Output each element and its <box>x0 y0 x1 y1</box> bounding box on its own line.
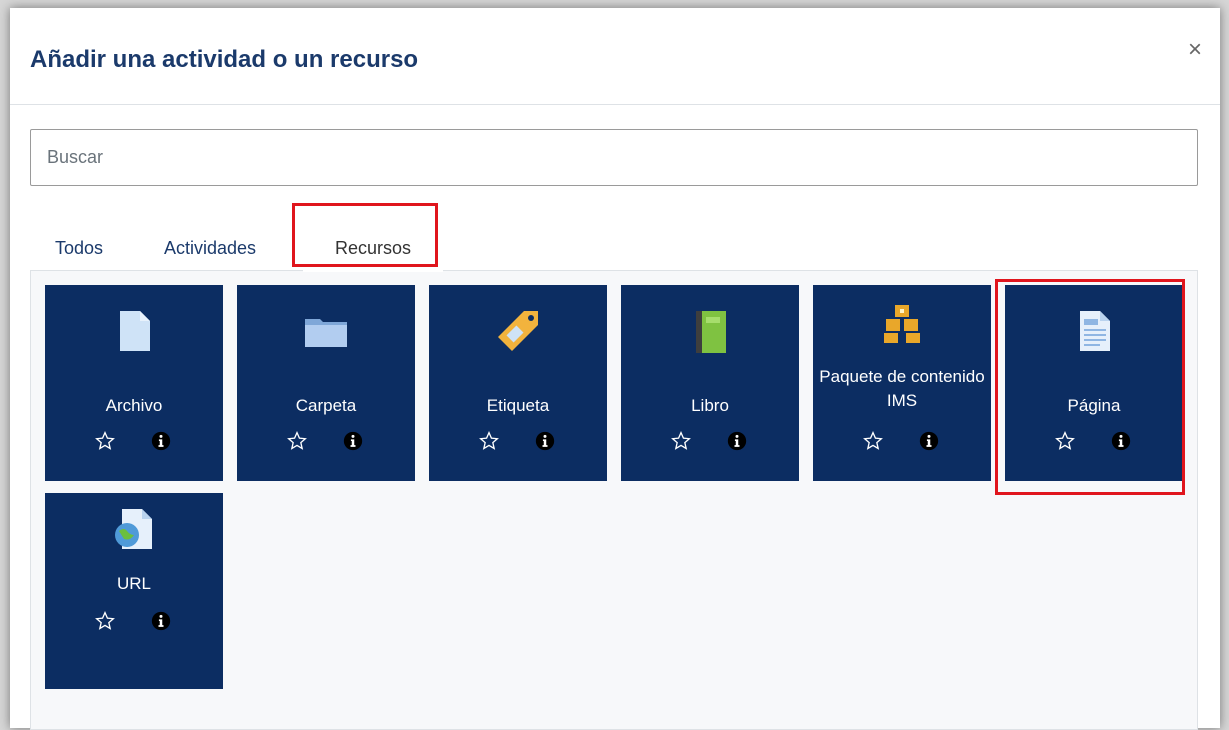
add-activity-modal: Añadir una actividad o un recurso × Todo… <box>10 8 1220 730</box>
tile-carpeta[interactable]: Carpeta <box>237 285 415 481</box>
star-icon[interactable] <box>479 431 499 451</box>
tag-icon <box>498 311 538 351</box>
tile-etiqueta[interactable]: Etiqueta <box>429 285 607 481</box>
star-icon[interactable] <box>863 431 883 451</box>
tab-bar: Todos Actividades Recursos <box>30 224 1198 272</box>
url-icon <box>115 509 152 549</box>
star-icon[interactable] <box>1055 431 1075 451</box>
tab-actividades[interactable]: Actividades <box>164 224 256 272</box>
tile-label: Libro <box>691 396 729 415</box>
info-icon[interactable] <box>151 431 171 451</box>
search-input[interactable] <box>30 129 1198 186</box>
tile-url[interactable]: URL <box>45 493 223 689</box>
info-icon[interactable] <box>151 611 171 631</box>
folder-icon <box>305 319 347 347</box>
tile-libro[interactable]: Libro <box>621 285 799 481</box>
close-button[interactable]: × <box>1188 38 1202 62</box>
page-icon <box>1080 311 1110 351</box>
tab-recursos[interactable]: Recursos <box>303 224 443 272</box>
modal-title: Añadir una actividad o un recurso <box>30 46 419 73</box>
file-icon <box>120 311 150 351</box>
star-icon[interactable] <box>287 431 307 451</box>
star-icon[interactable] <box>95 611 115 631</box>
star-icon[interactable] <box>671 431 691 451</box>
modal-header: Añadir una actividad o un recurso × <box>10 8 1220 105</box>
star-icon[interactable] <box>95 431 115 451</box>
tile-label: Carpeta <box>295 396 357 415</box>
book-icon <box>696 311 726 353</box>
tab-todos[interactable]: Todos <box>55 224 103 272</box>
tile-label: URL <box>116 574 151 593</box>
tile-label: Paquete de contenido IMS <box>819 367 985 410</box>
info-icon[interactable] <box>1111 431 1131 451</box>
tile-pagina[interactable]: Página <box>1005 285 1183 481</box>
resource-grid: Archivo Carpeta Etiqueta Libro Paquete d… <box>30 270 1198 730</box>
info-icon[interactable] <box>727 431 747 451</box>
tile-label: Etiqueta <box>486 396 550 415</box>
info-icon[interactable] <box>535 431 555 451</box>
tile-label: Archivo <box>105 396 163 415</box>
tile-paquete-ims[interactable]: Paquete de contenido IMS <box>813 285 991 481</box>
info-icon[interactable] <box>919 431 939 451</box>
info-icon[interactable] <box>343 431 363 451</box>
ims-package-icon <box>884 305 920 343</box>
tile-label: Página <box>1067 396 1121 415</box>
tile-archivo[interactable]: Archivo <box>45 285 223 481</box>
